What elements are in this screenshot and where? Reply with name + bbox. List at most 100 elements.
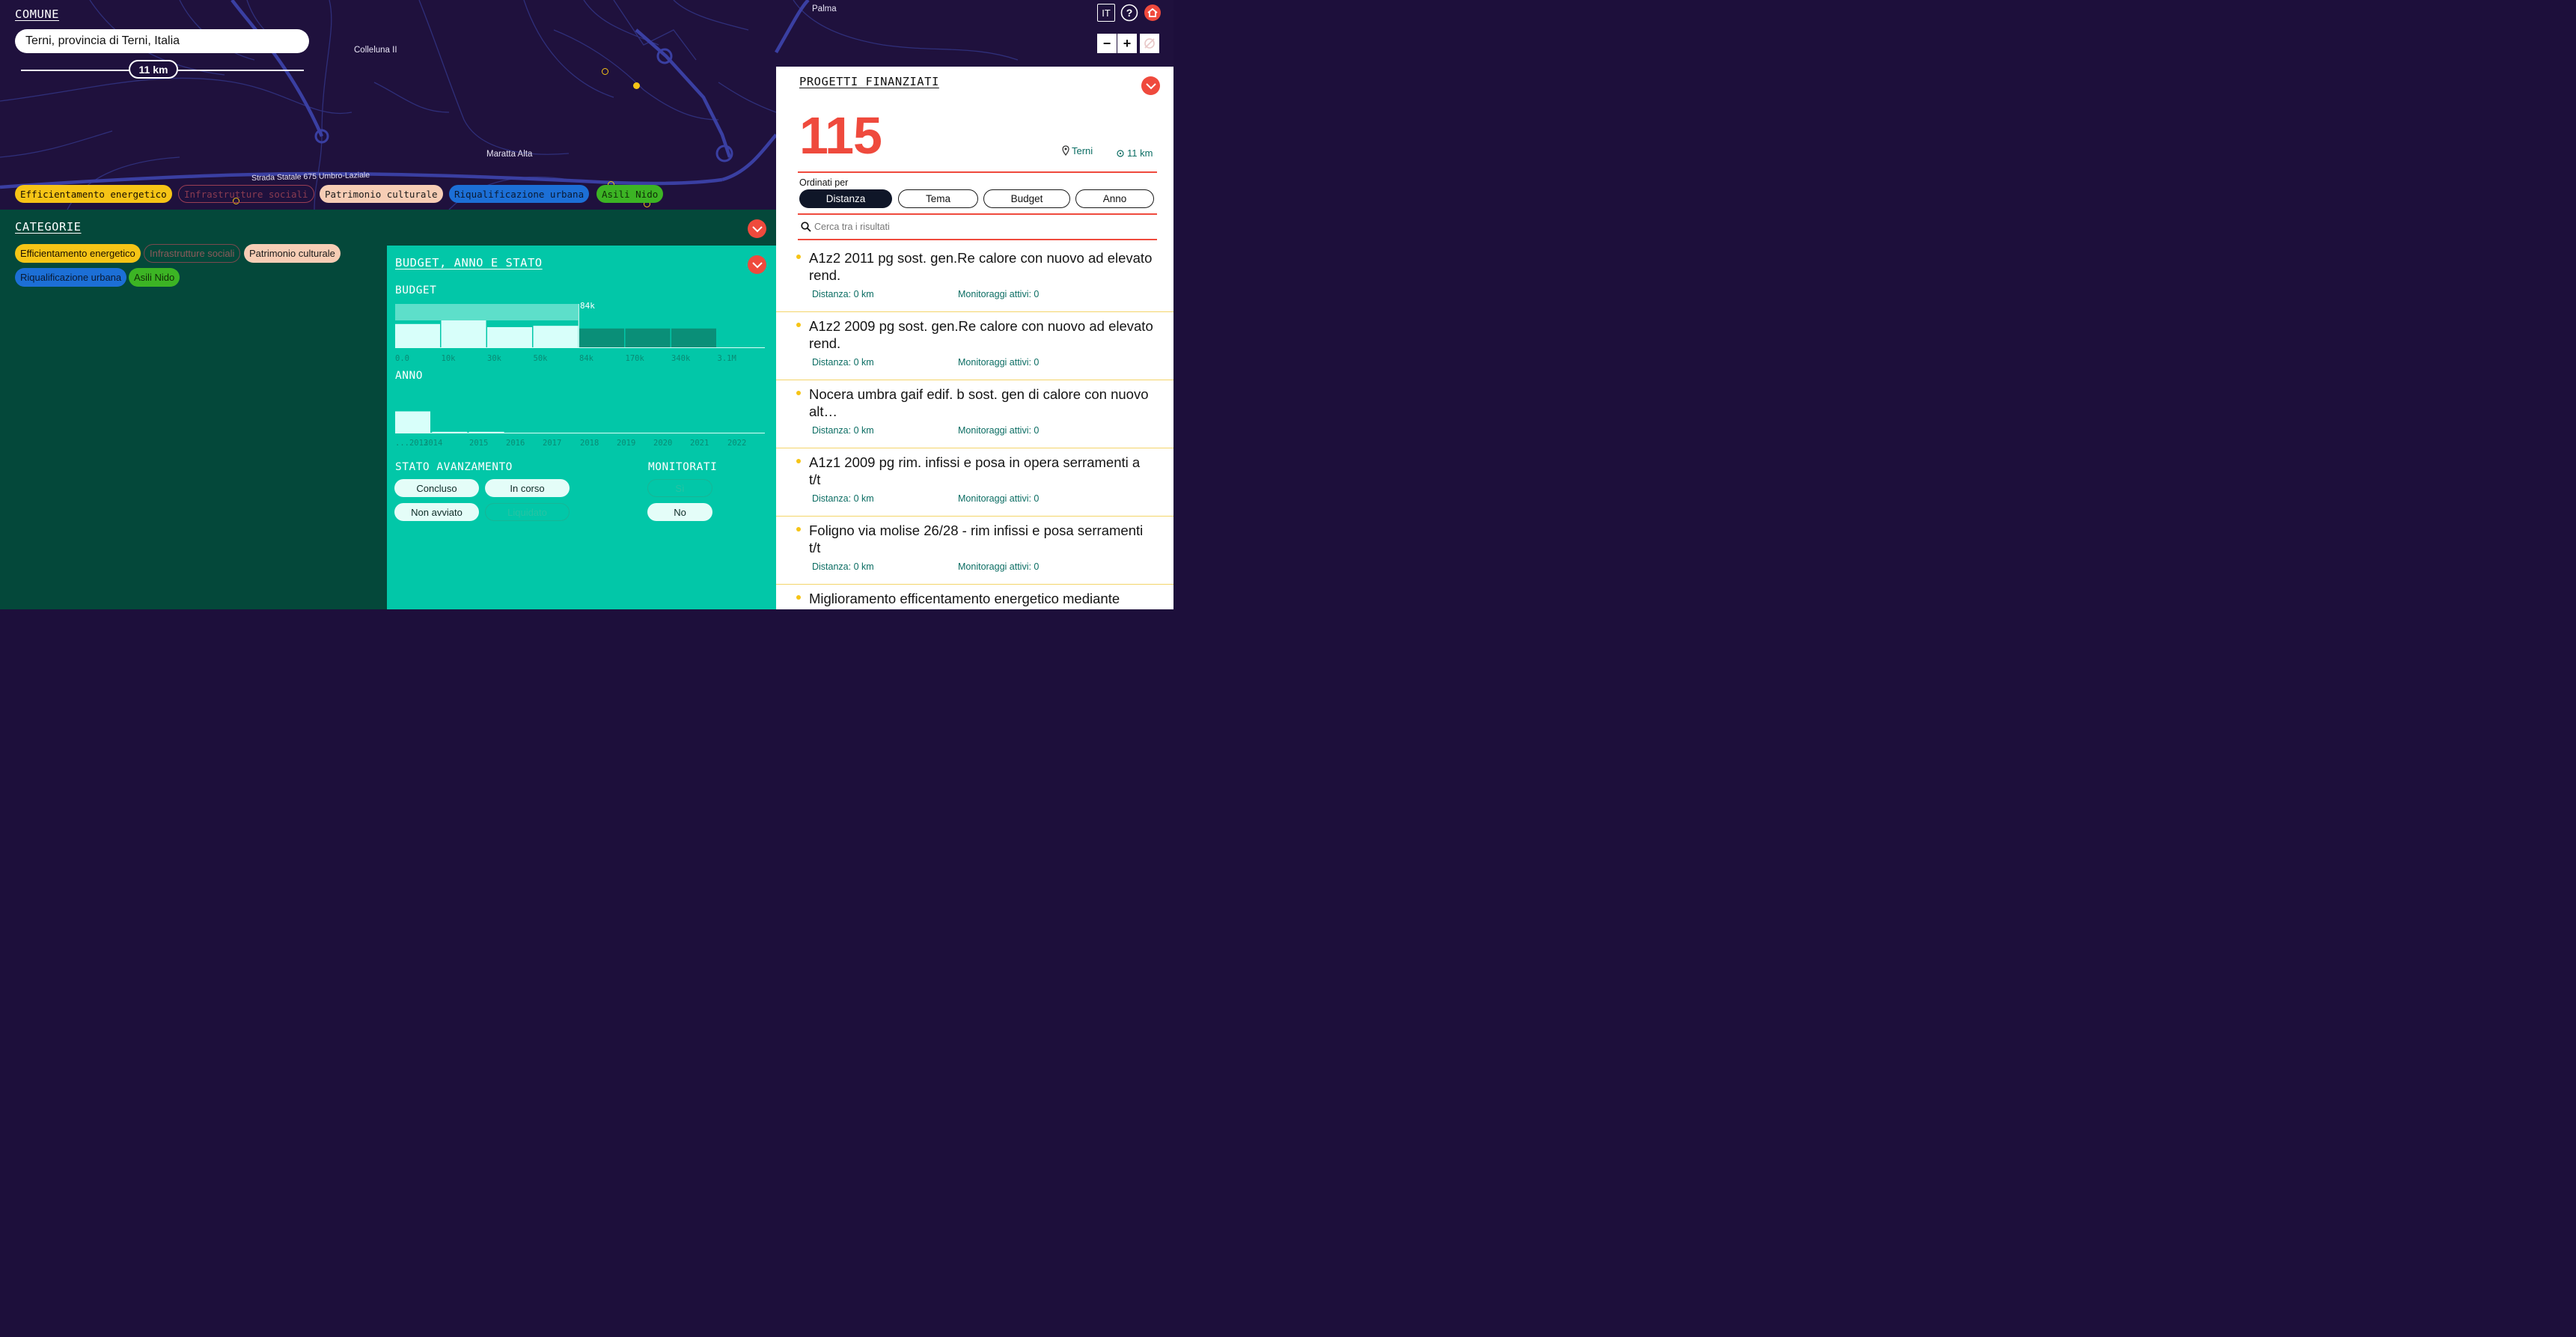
- chip-label: Patrimonio culturale: [249, 248, 335, 259]
- radius-slider-handle[interactable]: 11 km: [129, 60, 178, 79]
- result-distance: Distanza: 0 km: [812, 357, 874, 368]
- stato-concluso-button[interactable]: Concluso: [394, 479, 479, 497]
- stato-non-avviato-button[interactable]: Non avviato: [394, 503, 479, 521]
- chevron-down-icon: [751, 225, 763, 232]
- button-label: Non avviato: [411, 506, 463, 518]
- budget-selected-range: [395, 304, 579, 320]
- stato-in-corso-button[interactable]: In corso: [485, 479, 570, 497]
- map-project-marker[interactable]: [633, 82, 640, 89]
- budget-bar[interactable]: [487, 327, 532, 347]
- categoria-efficientamento[interactable]: Efficientamento energetico: [15, 244, 141, 263]
- anno-label: ANNO: [395, 370, 423, 382]
- result-distance: Distanza: 0 km: [812, 561, 874, 572]
- categoria-riqualificazione[interactable]: Riqualificazione urbana: [15, 268, 127, 287]
- monitorati-label: MONITORATI: [648, 461, 718, 473]
- results-search-placeholder: Cerca tra i risultati: [814, 222, 890, 232]
- categoria-patrimonio[interactable]: Patrimonio culturale: [244, 244, 341, 263]
- anno-tick-label: 2015: [469, 439, 489, 448]
- chip-label: Riqualificazione urbana: [454, 188, 585, 200]
- home-icon: [1144, 4, 1161, 21]
- map-filter-riqualificazione[interactable]: Riqualificazione urbana: [449, 185, 590, 203]
- budget-bar[interactable]: [625, 328, 671, 347]
- anno-bar[interactable]: [468, 431, 504, 433]
- button-label: No: [674, 506, 686, 518]
- bullet-icon: [796, 595, 801, 600]
- sort-tema-button[interactable]: Tema: [898, 189, 978, 208]
- location-off-icon: [1144, 38, 1155, 49]
- results-place: Terni: [1062, 145, 1093, 156]
- svg-text:?: ?: [1126, 7, 1133, 19]
- results-collapse-button[interactable]: [1141, 76, 1160, 95]
- map-project-marker[interactable]: [602, 68, 608, 75]
- help-button[interactable]: ?: [1120, 4, 1138, 22]
- map-label-maratta: Maratta Alta: [486, 150, 533, 159]
- result-item[interactable]: Nocera umbra gaif edif. b sost. gen di c…: [776, 381, 1173, 448]
- budget-panel: BUDGET, ANNO E STATO BUDGET ANNO STATO A…: [387, 246, 776, 609]
- budget-tick-label: 0.0: [395, 354, 409, 363]
- anno-tick-label: 2017: [543, 439, 562, 448]
- budget-tick-label: 10k: [441, 354, 456, 363]
- result-item[interactable]: Foligno via molise 26/28 - rim infissi e…: [776, 517, 1173, 585]
- sort-budget-button[interactable]: Budget: [983, 189, 1070, 208]
- bullet-icon: [796, 255, 801, 259]
- map-filter-efficientamento[interactable]: Efficientamento energetico: [15, 185, 172, 203]
- map-filter-infrastrutture[interactable]: Infrastrutture sociali: [178, 185, 314, 203]
- map-pin-icon: [1062, 145, 1069, 156]
- zoom-out-button[interactable]: −: [1097, 34, 1117, 53]
- map-filter-patrimonio[interactable]: Patrimonio culturale: [320, 185, 443, 203]
- categorie-title: CATEGORIE: [15, 220, 82, 234]
- result-item[interactable]: Miglioramento efficentamento energetico …: [776, 585, 1173, 609]
- result-distance: Distanza: 0 km: [812, 425, 874, 436]
- anno-histogram[interactable]: [395, 409, 765, 434]
- sort-label-text: Anno: [1102, 193, 1127, 204]
- anno-tick-label: 2020: [653, 439, 673, 448]
- map-label-palma: Palma: [812, 4, 837, 13]
- anno-tick-label: 2022: [727, 439, 747, 448]
- result-item[interactable]: A1z2 2011 pg sost. gen.Re calore con nuo…: [776, 245, 1173, 312]
- question-icon: ?: [1120, 4, 1138, 22]
- budget-bar[interactable]: [533, 326, 579, 347]
- result-title: A1z1 2009 pg rim. infissi e posa in oper…: [809, 454, 1141, 487]
- anno-bar[interactable]: [432, 431, 468, 433]
- monitorati-no-button[interactable]: No: [647, 503, 712, 521]
- results-panel: PROGETTI FINANZIATI 115 Terni 11 km Ordi…: [776, 67, 1173, 609]
- monitorati-si-button[interactable]: Sì: [647, 479, 712, 497]
- results-search-input[interactable]: Cerca tra i risultati: [801, 219, 1153, 235]
- sort-label: Ordinati per: [799, 177, 849, 188]
- home-button[interactable]: [1144, 4, 1162, 22]
- budget-bar[interactable]: [441, 320, 486, 347]
- sort-distanza-button[interactable]: Distanza: [799, 189, 892, 208]
- result-item[interactable]: A1z2 2009 pg sost. gen.Re calore con nuo…: [776, 313, 1173, 380]
- zoom-in-button[interactable]: +: [1117, 34, 1137, 53]
- categoria-infrastrutture[interactable]: Infrastrutture sociali: [144, 244, 241, 263]
- budget-bar[interactable]: [395, 323, 440, 347]
- anno-tick-label: 2018: [580, 439, 599, 448]
- language-label: IT: [1102, 7, 1111, 19]
- budget-tick-label: 340k: [671, 354, 691, 363]
- result-monitoring: Monitoraggi attivi: 0: [958, 357, 1040, 368]
- chip-label: Infrastrutture sociali: [150, 248, 235, 259]
- budget-bar[interactable]: [671, 328, 716, 347]
- geolocate-button[interactable]: [1140, 34, 1159, 53]
- categoria-asili[interactable]: Asili Nido: [129, 268, 180, 287]
- chip-label: Infrastrutture sociali: [184, 188, 308, 200]
- zoom-out-label: −: [1102, 35, 1111, 51]
- results-place-label: Terni: [1072, 145, 1093, 156]
- language-button[interactable]: IT: [1097, 4, 1115, 22]
- map-filter-asili[interactable]: Asili Nido: [596, 185, 664, 203]
- anno-bar[interactable]: [395, 411, 430, 433]
- chip-label: Asili Nido: [602, 188, 659, 200]
- comune-search-value: Terni, provincia di Terni, Italia: [25, 34, 180, 47]
- budget-bar[interactable]: [579, 328, 624, 347]
- divider: [798, 213, 1157, 215]
- budget-tick-label: 3.1M: [717, 354, 736, 363]
- divider: [798, 171, 1157, 173]
- sort-anno-button[interactable]: Anno: [1075, 189, 1154, 208]
- comune-title: COMUNE: [15, 7, 59, 21]
- chevron-down-icon: [1145, 82, 1156, 89]
- stato-liquidato-button[interactable]: Liquidato: [485, 503, 570, 521]
- budget-collapse-button[interactable]: [748, 255, 766, 274]
- result-item[interactable]: A1z1 2009 pg rim. infissi e posa in oper…: [776, 449, 1173, 517]
- categorie-collapse-button[interactable]: [748, 219, 766, 238]
- comune-search-input[interactable]: Terni, provincia di Terni, Italia: [15, 29, 309, 53]
